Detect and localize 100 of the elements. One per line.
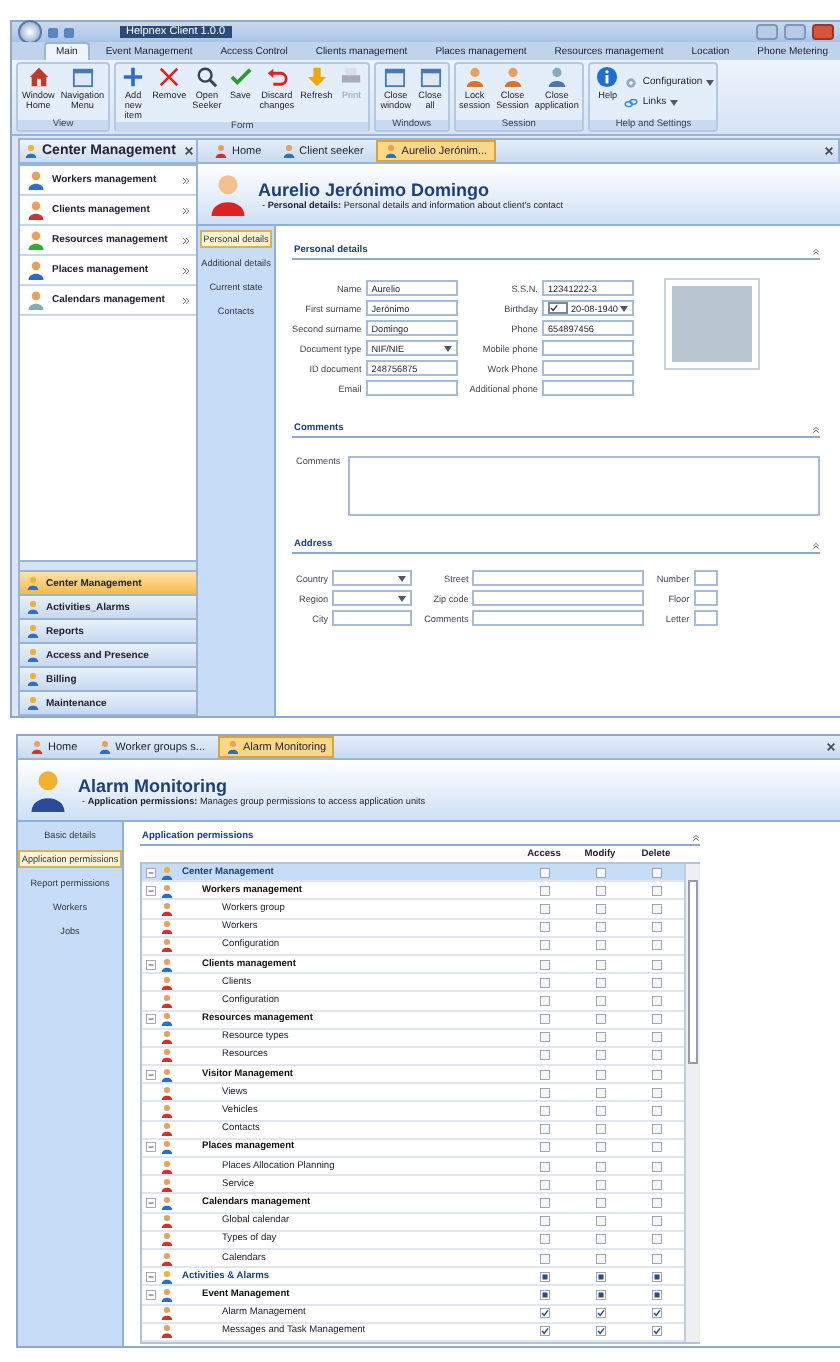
comments-field[interactable]	[348, 456, 820, 516]
checkbox[interactable]	[539, 1161, 549, 1172]
checkbox[interactable]	[595, 1142, 605, 1153]
input-field[interactable]	[472, 610, 645, 626]
checkbox[interactable]	[539, 1014, 549, 1025]
checkbox[interactable]	[595, 1179, 605, 1190]
checkbox[interactable]	[539, 1106, 549, 1117]
checkbox[interactable]	[539, 885, 549, 896]
checkbox[interactable]	[651, 1142, 661, 1153]
checkbox[interactable]	[595, 1069, 605, 1080]
checkbox[interactable]	[539, 1271, 549, 1282]
input-field[interactable]	[332, 610, 413, 626]
collapse-toggle[interactable]	[146, 959, 156, 970]
checkbox[interactable]	[539, 867, 549, 878]
checkbox[interactable]	[595, 1161, 605, 1172]
collapse-toggle[interactable]	[146, 1289, 156, 1300]
checkbox[interactable]	[651, 1271, 661, 1282]
checkbox[interactable]	[595, 1216, 605, 1227]
checkbox[interactable]	[595, 995, 605, 1006]
dropdown-field[interactable]	[332, 590, 413, 606]
checkbox[interactable]	[595, 1197, 605, 1208]
checkbox[interactable]	[595, 1308, 605, 1319]
checkbox[interactable]	[651, 959, 661, 970]
checkbox[interactable]	[651, 867, 661, 878]
input-field[interactable]	[693, 610, 718, 626]
maximize-button[interactable]	[784, 24, 806, 40]
checkbox[interactable]	[651, 1289, 661, 1300]
collapse-toggle[interactable]	[146, 885, 156, 896]
checkbox[interactable]	[595, 1271, 605, 1282]
checkbox[interactable]	[651, 1032, 661, 1043]
collapse-toggle[interactable]	[146, 867, 156, 878]
checkbox[interactable]	[651, 995, 661, 1006]
checkbox[interactable]	[595, 977, 605, 988]
checkbox[interactable]	[595, 1014, 605, 1025]
checkbox[interactable]	[539, 1142, 549, 1153]
checkbox[interactable]	[651, 885, 661, 896]
checkbox[interactable]	[651, 1161, 661, 1172]
collapse-toggle[interactable]	[146, 1271, 156, 1282]
app-menu-button[interactable]	[18, 20, 42, 44]
checkbox[interactable]	[595, 1253, 605, 1264]
checkbox[interactable]	[539, 1289, 549, 1300]
input-field[interactable]	[693, 570, 718, 586]
checkbox[interactable]	[539, 1069, 549, 1080]
checkbox[interactable]	[651, 940, 661, 951]
checkbox[interactable]	[595, 1234, 605, 1245]
checkbox[interactable]	[539, 1050, 549, 1061]
checkbox[interactable]	[595, 1032, 605, 1043]
checkbox[interactable]	[651, 1014, 661, 1025]
checkbox[interactable]	[539, 1032, 549, 1043]
checkbox[interactable]	[651, 1326, 661, 1337]
checkbox[interactable]	[651, 1087, 661, 1098]
checkbox[interactable]	[595, 922, 605, 933]
checkbox[interactable]	[651, 1253, 661, 1264]
checkbox[interactable]	[595, 940, 605, 951]
checkbox[interactable]	[595, 903, 605, 914]
collapse-icon[interactable]	[812, 542, 820, 550]
checkbox[interactable]	[651, 1234, 661, 1245]
close-button[interactable]	[179, 146, 198, 156]
checkbox[interactable]	[651, 922, 661, 933]
checkbox[interactable]	[651, 1308, 661, 1319]
checkbox[interactable]	[651, 1216, 661, 1227]
checkbox[interactable]	[539, 1234, 549, 1245]
checkbox[interactable]	[539, 1308, 549, 1319]
checkbox[interactable]	[539, 1197, 549, 1208]
checkbox[interactable]	[595, 1326, 605, 1337]
minimize-button[interactable]	[756, 24, 778, 40]
checkbox[interactable]	[539, 903, 549, 914]
checkbox[interactable]	[595, 885, 605, 896]
checkbox[interactable]	[651, 1106, 661, 1117]
checkbox[interactable]	[595, 1124, 605, 1135]
input-field[interactable]	[541, 340, 634, 356]
input-field[interactable]	[472, 570, 645, 586]
input-field[interactable]	[693, 590, 718, 606]
checkbox[interactable]	[651, 1050, 661, 1061]
close-button[interactable]	[820, 146, 838, 156]
checkbox[interactable]	[651, 1179, 661, 1190]
checkbox[interactable]	[539, 940, 549, 951]
checkbox[interactable]	[651, 903, 661, 914]
collapse-toggle[interactable]	[146, 1197, 156, 1208]
checkbox[interactable]	[539, 1326, 549, 1337]
checkbox[interactable]	[539, 1253, 549, 1264]
checkbox[interactable]	[539, 959, 549, 970]
dropdown-field[interactable]	[332, 570, 413, 586]
checkbox[interactable]	[595, 1050, 605, 1061]
checkbox[interactable]	[539, 995, 549, 1006]
collapse-toggle[interactable]	[146, 1014, 156, 1025]
input-field[interactable]	[541, 360, 634, 376]
checkbox[interactable]	[651, 1124, 661, 1135]
checkbox[interactable]	[651, 1069, 661, 1080]
checkbox[interactable]	[539, 1216, 549, 1227]
close-button[interactable]	[822, 742, 840, 752]
input-field[interactable]	[365, 380, 458, 396]
checkbox[interactable]	[539, 1124, 549, 1135]
checkbox[interactable]	[651, 977, 661, 988]
input-field[interactable]	[472, 590, 645, 606]
checkbox[interactable]	[539, 977, 549, 988]
collapse-toggle[interactable]	[146, 1142, 156, 1153]
checkbox[interactable]	[539, 1087, 549, 1098]
scrollbar[interactable]	[684, 864, 700, 1342]
checkbox[interactable]	[595, 867, 605, 878]
